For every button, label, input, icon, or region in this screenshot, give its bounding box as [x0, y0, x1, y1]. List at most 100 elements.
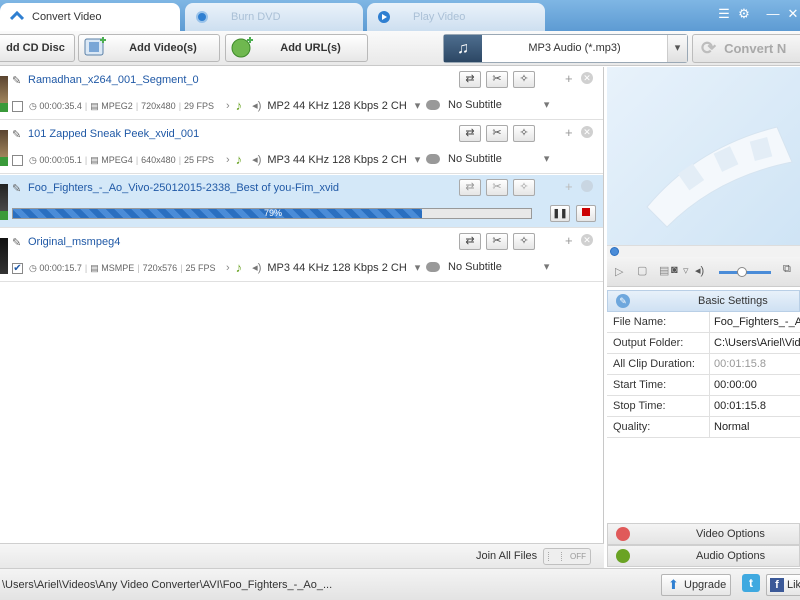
convert-row-icon[interactable]: ⇄ [459, 71, 481, 88]
video-thumbnail [0, 130, 8, 166]
stop-button[interactable] [576, 205, 596, 222]
seek-bar[interactable] [607, 245, 800, 257]
quality-select[interactable]: Normal [709, 417, 800, 438]
chevron-down-icon: ▾ [543, 261, 550, 273]
file-row-converting[interactable]: ✎ Foo_Fighters_-_Ao_Vivo-25012015-2338_B… [0, 175, 603, 228]
twitter-icon[interactable]: t [742, 574, 760, 592]
magic-wand-icon[interactable]: ✧ [513, 71, 535, 88]
stop-time-field[interactable]: 00:01:15.8 [709, 396, 800, 417]
file-row[interactable]: ✎ Ramadhan_x264_001_Segment_0 ⇄ ✂ ✧ + ✕ … [0, 67, 603, 120]
film-add-icon [83, 36, 107, 61]
convert-row-icon[interactable]: ⇄ [459, 233, 481, 250]
video-thumbnail [0, 184, 8, 220]
chevron-down-icon: ▾ [543, 99, 550, 111]
edit-name-icon[interactable]: ✎ [12, 128, 21, 141]
video-thumbnail [0, 238, 8, 274]
row-checkbox[interactable]: ✔ [12, 262, 23, 274]
join-toggle[interactable]: OFF [543, 548, 591, 565]
video-options-icon [616, 527, 630, 541]
chevron-down-icon: ▾ [543, 153, 550, 165]
add-videos-button[interactable]: Add Video(s) [78, 34, 220, 62]
video-options-header[interactable]: Video Options [607, 523, 800, 545]
remove-icon[interactable] [581, 180, 593, 192]
chevron-down-icon[interactable]: ▿ [683, 264, 689, 277]
convert-row-icon[interactable]: ⇄ [459, 179, 481, 196]
basic-settings-header[interactable]: ✎ Basic Settings [607, 290, 800, 312]
setting-row: Quality: Normal [607, 417, 800, 438]
start-time-field[interactable]: 00:00:00 [709, 375, 800, 396]
audio-options-header[interactable]: Audio Options [607, 545, 800, 567]
subtitle-select[interactable]: No Subtitle ▾ [426, 260, 549, 273]
list-icon[interactable]: ▤ [659, 264, 669, 277]
output-folder-field[interactable]: C:\Users\Ariel\Vide [709, 333, 800, 354]
magic-wand-icon[interactable]: ✧ [513, 233, 535, 250]
subtitle-icon [426, 99, 440, 110]
expand-icon[interactable]: + [565, 233, 573, 248]
play-icon [377, 10, 391, 24]
file-name-field[interactable]: Foo_Fighters_-_Ao_ [709, 312, 800, 333]
magic-wand-icon[interactable]: ✧ [513, 125, 535, 142]
dvd-icon [196, 11, 208, 23]
chevron-right-icon: › [226, 261, 230, 274]
tab-burn-dvd[interactable]: Burn DVD [185, 3, 363, 31]
expand-icon[interactable]: + [565, 179, 573, 194]
expand-icon[interactable]: + [565, 125, 573, 140]
scissors-icon[interactable]: ✂ [486, 179, 508, 196]
volume-icon[interactable]: ◂) [695, 264, 704, 277]
toolbar: dd CD Disc Add Video(s) Add URL(s) ♫ MP3… [0, 31, 800, 66]
seek-knob[interactable] [610, 247, 619, 256]
file-row[interactable]: ✎ 101 Zapped Sneak Peek_xvid_001 ⇄ ✂ ✧ +… [0, 121, 603, 174]
subtitle-select[interactable]: No Subtitle ▾ [426, 152, 549, 165]
remove-icon[interactable]: ✕ [581, 234, 593, 246]
play-icon[interactable]: ▷ [615, 265, 623, 278]
expand-icon[interactable]: + [565, 71, 573, 86]
gear-icon[interactable]: ⚙ [736, 6, 752, 22]
setting-row: Output Folder: C:\Users\Ariel\Vide [607, 333, 800, 354]
minimize-icon[interactable]: — [765, 6, 781, 22]
film-reel-logo [646, 126, 793, 228]
music-note-icon: ♫ [444, 35, 482, 62]
pause-button[interactable]: ❚❚ [550, 205, 570, 222]
film-icon: ▤ [90, 154, 99, 165]
camera-icon[interactable]: ◙ [671, 264, 678, 276]
magic-wand-icon[interactable]: ✧ [513, 179, 535, 196]
music-note-icon: ♪ [235, 98, 243, 113]
volume-knob[interactable] [737, 267, 747, 277]
remove-icon[interactable]: ✕ [581, 72, 593, 84]
edit-name-icon[interactable]: ✎ [12, 74, 21, 87]
audio-track-select[interactable]: › ♪ ◂) MP3 44 KHz 128 Kbps 2 CH ▾ [226, 152, 420, 167]
scissors-icon[interactable]: ✂ [486, 233, 508, 250]
audio-options-icon [616, 549, 630, 563]
clock-icon: ◷ [29, 154, 37, 165]
output-format-select[interactable]: ♫ MP3 Audio (*.mp3) ▾ [443, 34, 688, 63]
audio-track-select[interactable]: › ♪ ◂) MP2 44 KHz 128 Kbps 2 CH ▾ [226, 98, 420, 113]
edit-name-icon[interactable]: ✎ [12, 236, 21, 249]
edit-name-icon[interactable]: ✎ [12, 182, 21, 195]
setting-row: Start Time: 00:00:00 [607, 375, 800, 396]
audio-track-select[interactable]: › ♪ ◂) MP3 44 KHz 128 Kbps 2 CH ▾ [226, 260, 420, 275]
stop-icon[interactable]: ▢ [637, 264, 647, 277]
remove-icon[interactable]: ✕ [581, 126, 593, 138]
tab-convert-video[interactable]: Convert Video [0, 3, 180, 31]
convert-now-button[interactable]: ⟳ Convert N [692, 34, 800, 63]
row-checkbox[interactable] [12, 100, 23, 112]
chevron-down-icon: ▾ [414, 154, 421, 166]
menu-icon[interactable]: ☰ [716, 6, 732, 22]
close-window-icon[interactable]: ✕ [785, 6, 800, 22]
upgrade-button[interactable]: ⬆ Upgrade [661, 574, 731, 596]
row-checkbox[interactable] [12, 154, 23, 166]
convert-row-icon[interactable]: ⇄ [459, 125, 481, 142]
clip-duration-value: 00:01:15.8 [709, 354, 800, 375]
player-controls: ▷ ▢ ▤ ◙ ▿ ◂) ⧉ [607, 257, 800, 287]
file-row[interactable]: ✎ Original_msmpeg4 ⇄ ✂ ✧ + ✕ ✔ ◷ 00:00:1… [0, 229, 603, 282]
subtitle-select[interactable]: No Subtitle ▾ [426, 98, 549, 111]
facebook-like-button[interactable]: f Lik [766, 574, 800, 596]
snapshot-icon[interactable]: ⧉ [783, 263, 791, 276]
music-note-icon: ♪ [235, 260, 243, 275]
add-url-button[interactable]: Add URL(s) [225, 34, 368, 62]
tab-play-video[interactable]: Play Video [367, 3, 545, 31]
chevron-down-icon: ▾ [414, 262, 421, 274]
scissors-icon[interactable]: ✂ [486, 125, 508, 142]
add-cd-disc-button[interactable]: dd CD Disc [0, 34, 75, 62]
scissors-icon[interactable]: ✂ [486, 71, 508, 88]
